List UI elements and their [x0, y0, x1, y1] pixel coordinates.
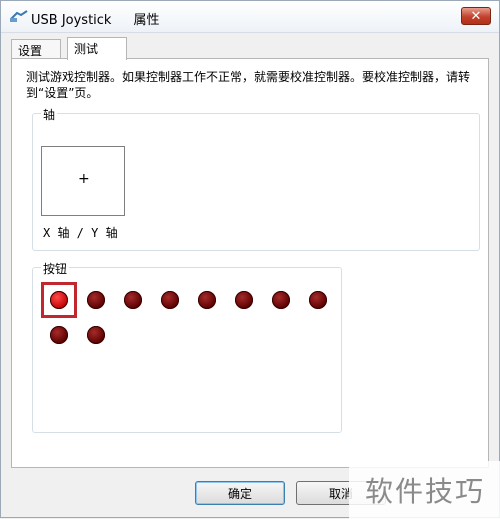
close-button[interactable]: ✕ — [461, 7, 491, 25]
close-icon: ✕ — [470, 8, 482, 24]
joystick-button-10 — [87, 326, 105, 344]
axis-group-label: 轴 — [41, 106, 58, 123]
test-tab-panel: 测试游戏控制器。如果控制器工作不正常，就需要校准控制器。要校准控制器，请转到“设… — [11, 58, 489, 468]
joystick-button-2 — [87, 291, 105, 309]
joystick-button-9 — [50, 326, 68, 344]
title-app-name: USB Joystick — [31, 13, 112, 28]
ok-button[interactable]: 确定 — [195, 481, 285, 505]
joystick-button-6 — [235, 291, 253, 309]
tab-test[interactable]: 测试 — [67, 37, 127, 60]
xy-axis-label: X 轴 / Y 轴 — [43, 226, 118, 240]
title-bar[interactable]: USB Joystick 属性 ✕ — [1, 1, 499, 33]
watermark-text: 软件技巧 — [364, 475, 485, 508]
title-suffix: 属性 — [133, 13, 160, 28]
tab-settings[interactable]: 设置 — [11, 39, 61, 59]
buttons-group-label: 按钮 — [41, 260, 70, 277]
test-description: 测试游戏控制器。如果控制器工作不正常，就需要校准控制器。要校准控制器，请转到“设… — [26, 70, 471, 100]
joystick-button-1 — [50, 291, 68, 309]
properties-window: USB Joystick 属性 ✕ 设置 测试 测试游戏控制器。如果控制器工作不正… — [0, 0, 500, 519]
buttons-group: 按钮 — [32, 260, 342, 433]
joystick-icon — [10, 10, 28, 22]
axis-group: 轴 + X 轴 / Y 轴 — [32, 106, 480, 251]
joystick-button-3 — [124, 291, 142, 309]
crosshair-icon: + — [78, 171, 90, 187]
joystick-button-8 — [309, 291, 327, 309]
joystick-button-5 — [198, 291, 216, 309]
joystick-button-4 — [161, 291, 179, 309]
joystick-button-7 — [272, 291, 290, 309]
window-title: USB Joystick 属性 — [31, 9, 159, 28]
watermark: 软件技巧 — [349, 461, 500, 519]
xy-axis-display: + — [41, 146, 125, 216]
